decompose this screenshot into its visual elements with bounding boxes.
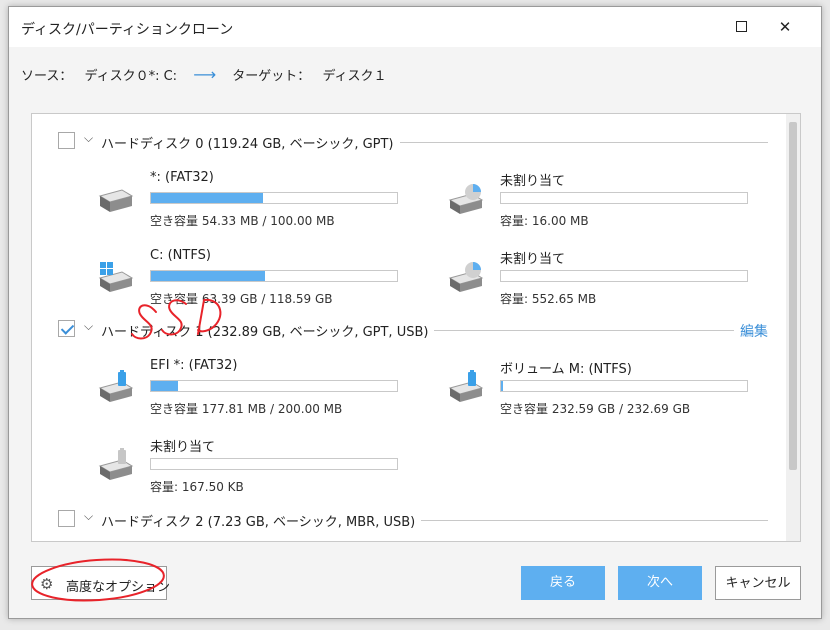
usage-fill <box>151 193 264 203</box>
partition-item[interactable]: C: (NTFS) 空き容量 63.39 GB / 118.59 GB <box>96 248 416 310</box>
clone-dialog: ディスク/パーティションクローン ✕ ソース： ディスク０*: C: ⟶ ターゲ… <box>8 6 822 619</box>
partition-capacity: 空き容量 232.59 GB / 232.69 GB <box>500 402 691 416</box>
partition-name: 未割り当て <box>150 440 216 455</box>
usage-fill <box>151 381 179 391</box>
partition-item[interactable]: EFI *: (FAT32) 空き容量 177.81 MB / 200.00 M… <box>96 358 416 420</box>
partition-name: C: (NTFS) <box>150 248 211 263</box>
partition-capacity: 空き容量 54.33 MB / 100.00 MB <box>150 214 335 228</box>
usage-bar <box>500 192 748 204</box>
source-value: ディスク０*: C: <box>84 69 178 84</box>
source-target-bar: ソース： ディスク０*: C: ⟶ ターゲット： ディスク１ <box>21 65 387 84</box>
usage-bar <box>150 380 398 392</box>
cancel-button[interactable]: キャンセル <box>715 566 801 600</box>
arrow-right-icon: ⟶ <box>193 65 217 84</box>
usage-bar <box>150 192 398 204</box>
disk-1-label: ハードディスク 1 (232.89 GB, ベーシック, GPT, USB) <box>101 321 435 340</box>
title-bar: ディスク/パーティションクローン ✕ <box>9 7 821 47</box>
maximize-button[interactable] <box>727 15 755 39</box>
disk-0-checkbox[interactable] <box>58 132 75 149</box>
target-label: ターゲット： <box>232 69 311 84</box>
gear-icon: ⚙ <box>40 575 54 593</box>
scrollbar-thumb[interactable] <box>789 122 797 470</box>
disk-1-checkbox[interactable] <box>58 320 75 337</box>
close-icon: ✕ <box>778 18 792 36</box>
disk-list-panel: ⌵ ハードディスク 0 (119.24 GB, ベーシック, GPT) *: (… <box>31 113 801 542</box>
partition-capacity: 空き容量 177.81 MB / 200.00 MB <box>150 402 343 416</box>
target-value: ディスク１ <box>322 69 387 84</box>
partition-item[interactable]: ボリューム M: (NTFS) 空き容量 232.59 GB / 232.69 … <box>446 358 766 420</box>
disk-header: ⌵ ハードディスク 1 (232.89 GB, ベーシック, GPT, USB)… <box>58 319 768 341</box>
partition-name: ボリューム M: (NTFS) <box>500 362 632 377</box>
usage-bar <box>500 380 748 392</box>
windows-drive-icon <box>98 262 134 292</box>
advanced-options-button[interactable]: ⚙ 高度なオプション <box>31 566 171 600</box>
partition-name: 未割り当て <box>500 252 566 267</box>
usb-drive-icon <box>448 370 484 402</box>
scrollbar[interactable] <box>786 114 800 541</box>
back-button[interactable]: 戻る <box>521 566 605 600</box>
disk-header: ⌵ ハードディスク 2 (7.23 GB, ベーシック, MBR, USB) <box>58 509 768 530</box>
partition-name: 未割り当て <box>500 174 566 189</box>
usage-bar <box>150 458 398 470</box>
partition-capacity: 容量: 167.50 KB <box>150 480 244 494</box>
maximize-icon <box>736 21 747 32</box>
partition-name: *: (FAT32) <box>150 170 214 185</box>
partition-item[interactable]: 未割り当て 容量: 167.50 KB <box>96 436 416 498</box>
disk-header: ⌵ ハードディスク 0 (119.24 GB, ベーシック, GPT) <box>58 131 768 152</box>
usb-drive-icon <box>98 370 134 402</box>
chevron-down-icon[interactable]: ⌵ <box>84 509 93 524</box>
partition-capacity: 容量: 552.65 MB <box>500 292 597 306</box>
dialog-title: ディスク/パーティションクローン <box>21 22 234 38</box>
chevron-down-icon[interactable]: ⌵ <box>84 319 93 334</box>
edit-link[interactable]: 編集 <box>734 321 768 341</box>
partition-name: EFI *: (FAT32) <box>150 358 238 373</box>
partition-capacity: 容量: 16.00 MB <box>500 214 589 228</box>
usage-bar <box>150 270 398 282</box>
disk-2-label: ハードディスク 2 (7.23 GB, ベーシック, MBR, USB) <box>101 511 422 530</box>
disk-2-checkbox[interactable] <box>58 510 75 527</box>
usage-fill <box>501 381 503 391</box>
partition-item[interactable]: *: (FAT32) 空き容量 54.33 MB / 100.00 MB <box>96 170 416 232</box>
unallocated-pie-icon <box>448 262 484 292</box>
disk-0-label: ハードディスク 0 (119.24 GB, ベーシック, GPT) <box>101 133 400 152</box>
usage-bar <box>500 270 748 282</box>
advanced-options-label: 高度なオプション <box>66 580 171 595</box>
source-label: ソース： <box>21 69 73 84</box>
partition-item[interactable]: 未割り当て 容量: 552.65 MB <box>446 248 766 310</box>
unallocated-pie-icon <box>448 184 484 214</box>
drive-icon <box>98 189 134 212</box>
close-button[interactable]: ✕ <box>771 15 799 39</box>
usb-drive-gray-icon <box>98 448 134 480</box>
partition-item[interactable]: 未割り当て 容量: 16.00 MB <box>446 170 766 232</box>
usage-fill <box>151 271 266 281</box>
chevron-down-icon[interactable]: ⌵ <box>84 131 93 146</box>
partition-capacity: 空き容量 63.39 GB / 118.59 GB <box>150 292 333 306</box>
next-button[interactable]: 次へ <box>618 566 702 600</box>
